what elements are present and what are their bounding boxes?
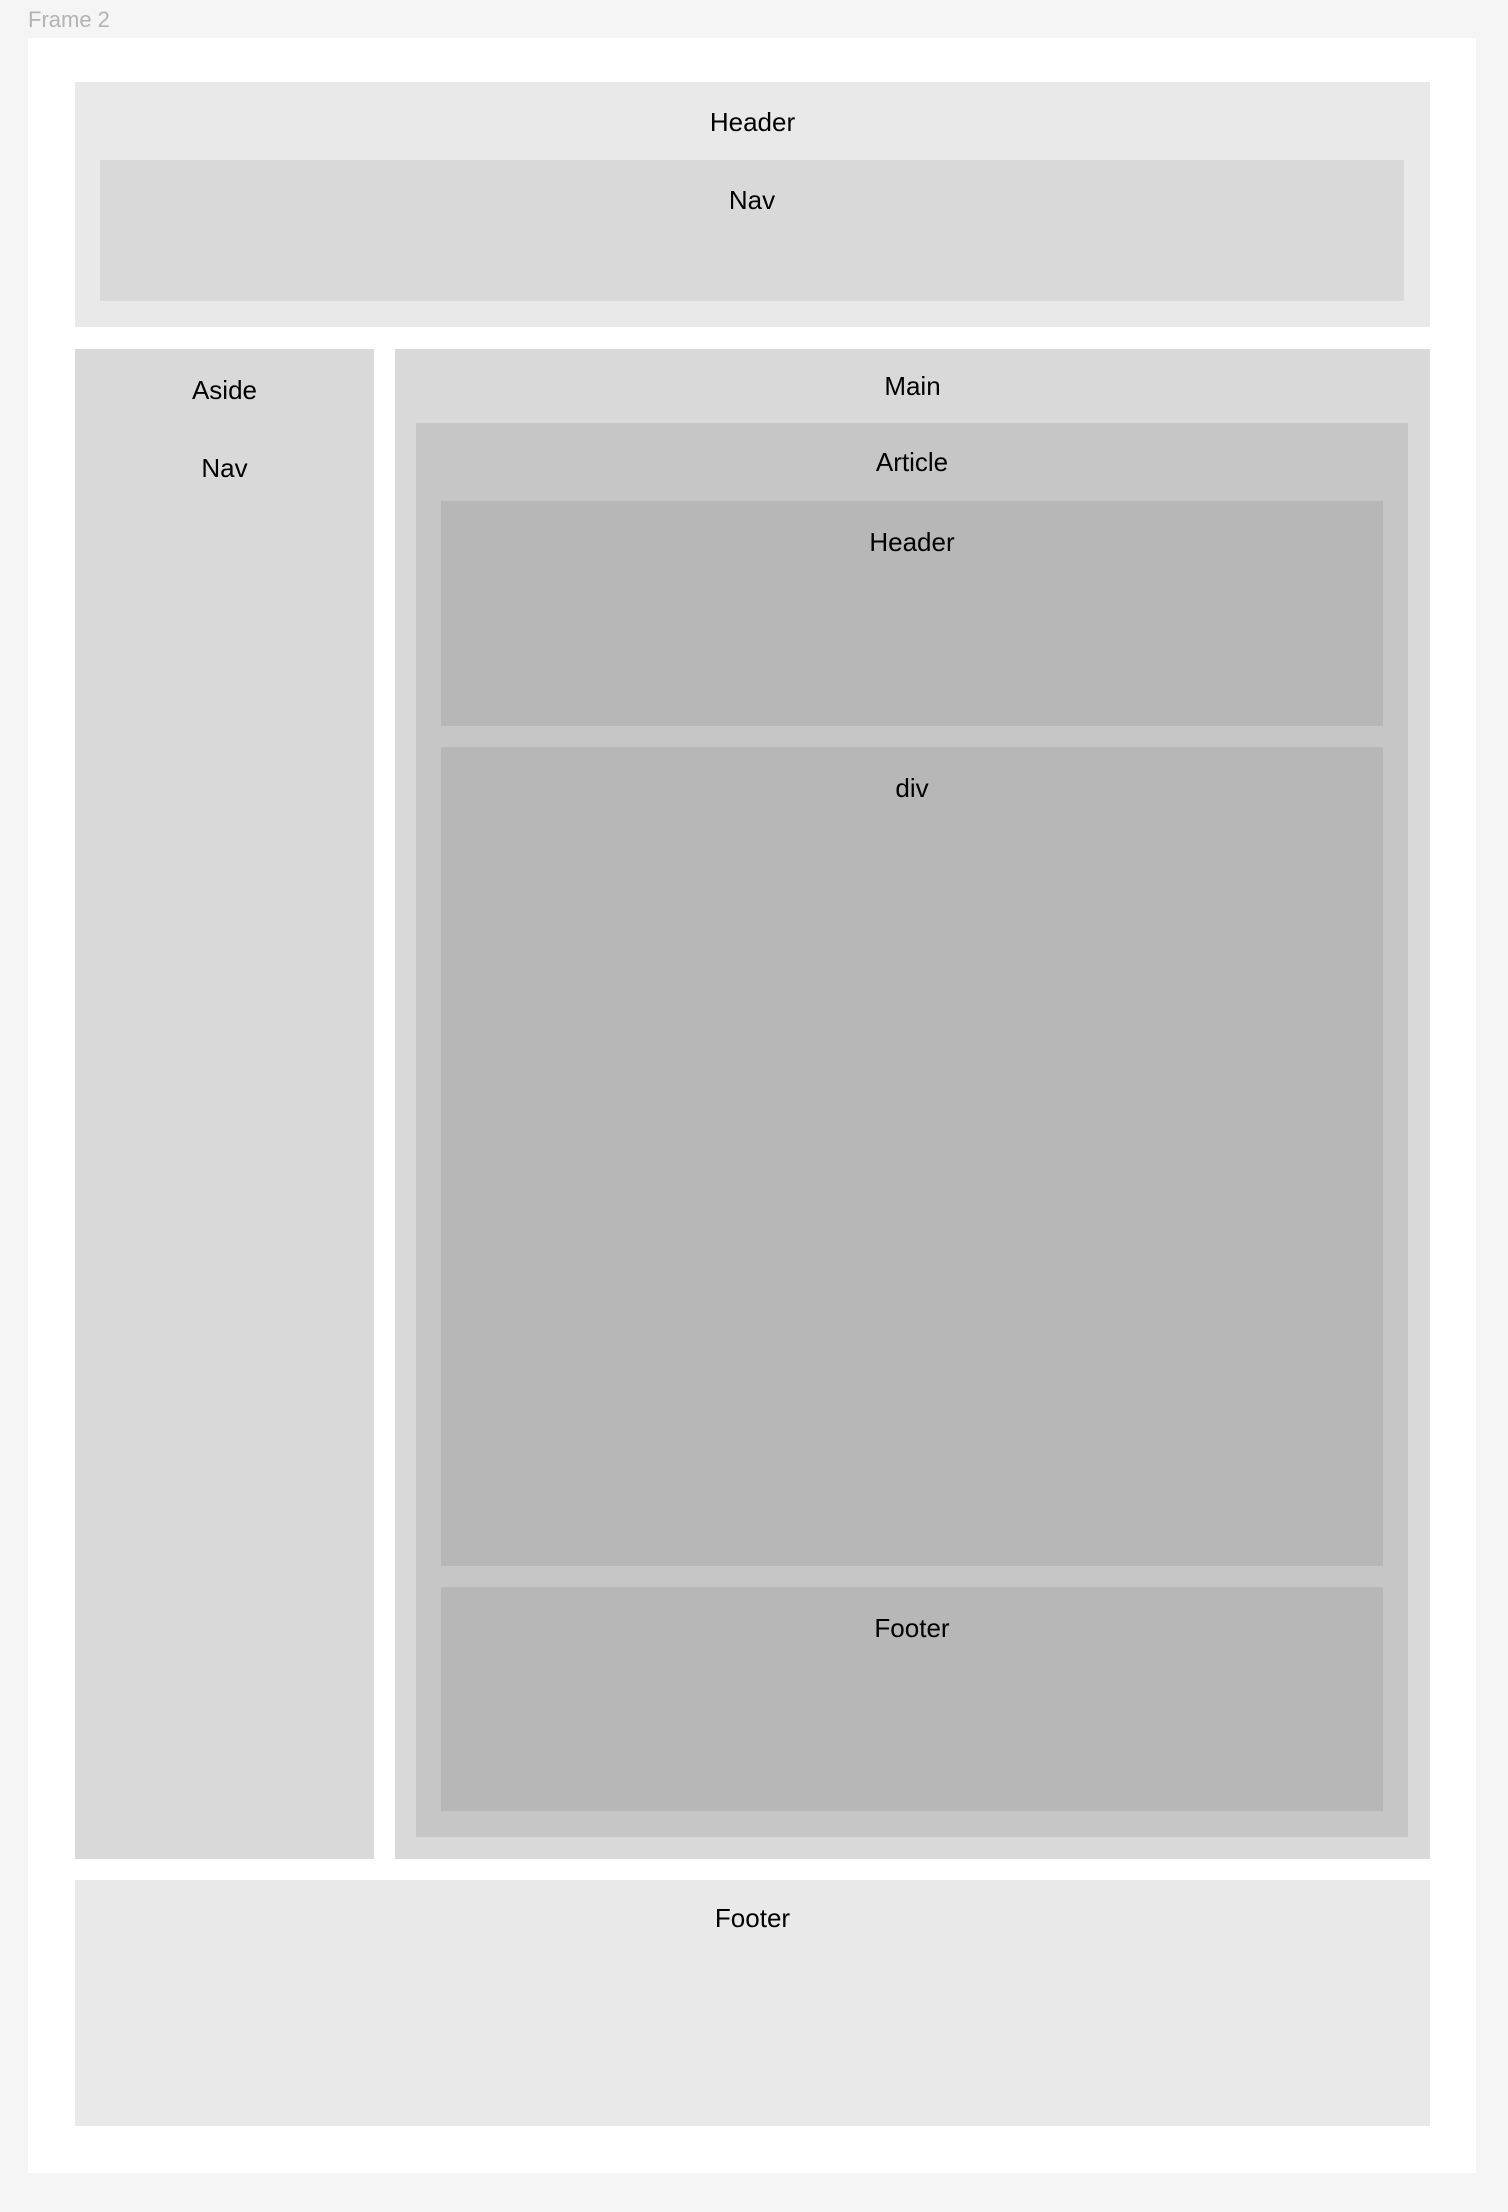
article-div-label: div	[895, 773, 929, 803]
header-nav-block: Nav	[100, 160, 1404, 301]
header-nav-label: Nav	[728, 185, 776, 215]
header-label: Header	[709, 107, 796, 137]
aside-nav-label: Nav	[201, 453, 248, 483]
article-header-label: Header	[869, 527, 955, 557]
footer-block: Footer	[75, 1880, 1430, 2126]
aside-label: Aside	[191, 375, 258, 405]
aside-block: Aside Nav	[75, 349, 374, 1859]
footer-label: Footer	[714, 1903, 791, 1933]
article-footer-label: Footer	[874, 1613, 950, 1643]
article-div-block: div	[441, 747, 1383, 1566]
frame-label: Frame 2	[28, 7, 110, 32]
article-footer-block: Footer	[441, 1587, 1383, 1811]
article-label: Article	[875, 447, 949, 477]
main-label: Main	[884, 371, 941, 401]
article-header-block: Header	[441, 501, 1383, 726]
